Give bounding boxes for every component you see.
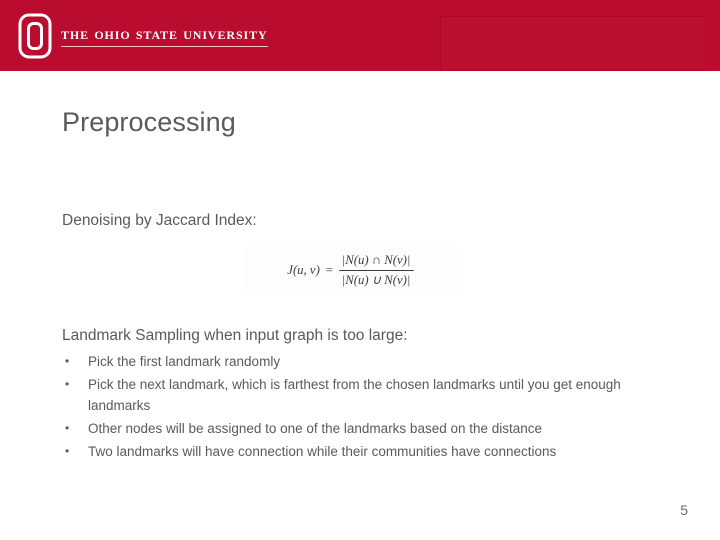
- bullet-marker-icon: •: [65, 354, 70, 368]
- page-title: Preprocessing: [62, 107, 236, 137]
- header-band: The Ohio State University: [0, 0, 720, 71]
- bullet-marker-icon: •: [65, 421, 70, 435]
- jaccard-formula: J(u, v) = |N(u) ∩ N(v)| |N(u) ∪ N(v)|: [287, 251, 414, 290]
- list-item: • Other nodes will be assigned to one of…: [62, 418, 682, 439]
- slide: The Ohio State University Preprocessing …: [0, 0, 720, 540]
- section-heading-landmark-sampling: Landmark Sampling when input graph is to…: [62, 327, 408, 344]
- list-item-label: Pick the next landmark, which is farthes…: [88, 377, 621, 413]
- formula-left-hand-side: J(u, v): [287, 262, 320, 277]
- jaccard-formula-image: J(u, v) = |N(u) ∩ N(v)| |N(u) ∪ N(v)|: [243, 247, 458, 293]
- list-item-label: Two landmarks will have connection while…: [88, 444, 557, 459]
- landmark-bullet-list: • Pick the first landmark randomly • Pic…: [62, 351, 682, 464]
- list-item-label: Other nodes will be assigned to one of t…: [88, 421, 543, 436]
- section-heading-denoising: Denoising by Jaccard Index:: [62, 212, 257, 229]
- brand-name: The Ohio State University: [61, 22, 268, 43]
- wordmark-underline: [61, 46, 268, 48]
- formula-fraction: |N(u) ∩ N(v)| |N(u) ∪ N(v)|: [338, 251, 414, 290]
- list-item: • Pick the next landmark, which is farth…: [62, 374, 682, 416]
- brand-wordmark: The Ohio State University: [61, 22, 268, 48]
- list-item-label: Pick the first landmark randomly: [88, 354, 281, 369]
- list-item: • Two landmarks will have connection whi…: [62, 441, 682, 462]
- formula-denominator: |N(u) ∪ N(v)|: [341, 271, 411, 287]
- header-placeholder-box: [440, 16, 706, 71]
- formula-numerator: |N(u) ∩ N(v)|: [341, 251, 411, 267]
- page-number: 5: [680, 502, 688, 518]
- formula-equals-sign: =: [325, 262, 334, 277]
- block-o-logo-icon: [18, 13, 52, 59]
- bullet-marker-icon: •: [65, 444, 70, 458]
- bullet-marker-icon: •: [65, 377, 70, 391]
- list-item: • Pick the first landmark randomly: [62, 351, 682, 372]
- brand-lockup: The Ohio State University: [18, 12, 268, 60]
